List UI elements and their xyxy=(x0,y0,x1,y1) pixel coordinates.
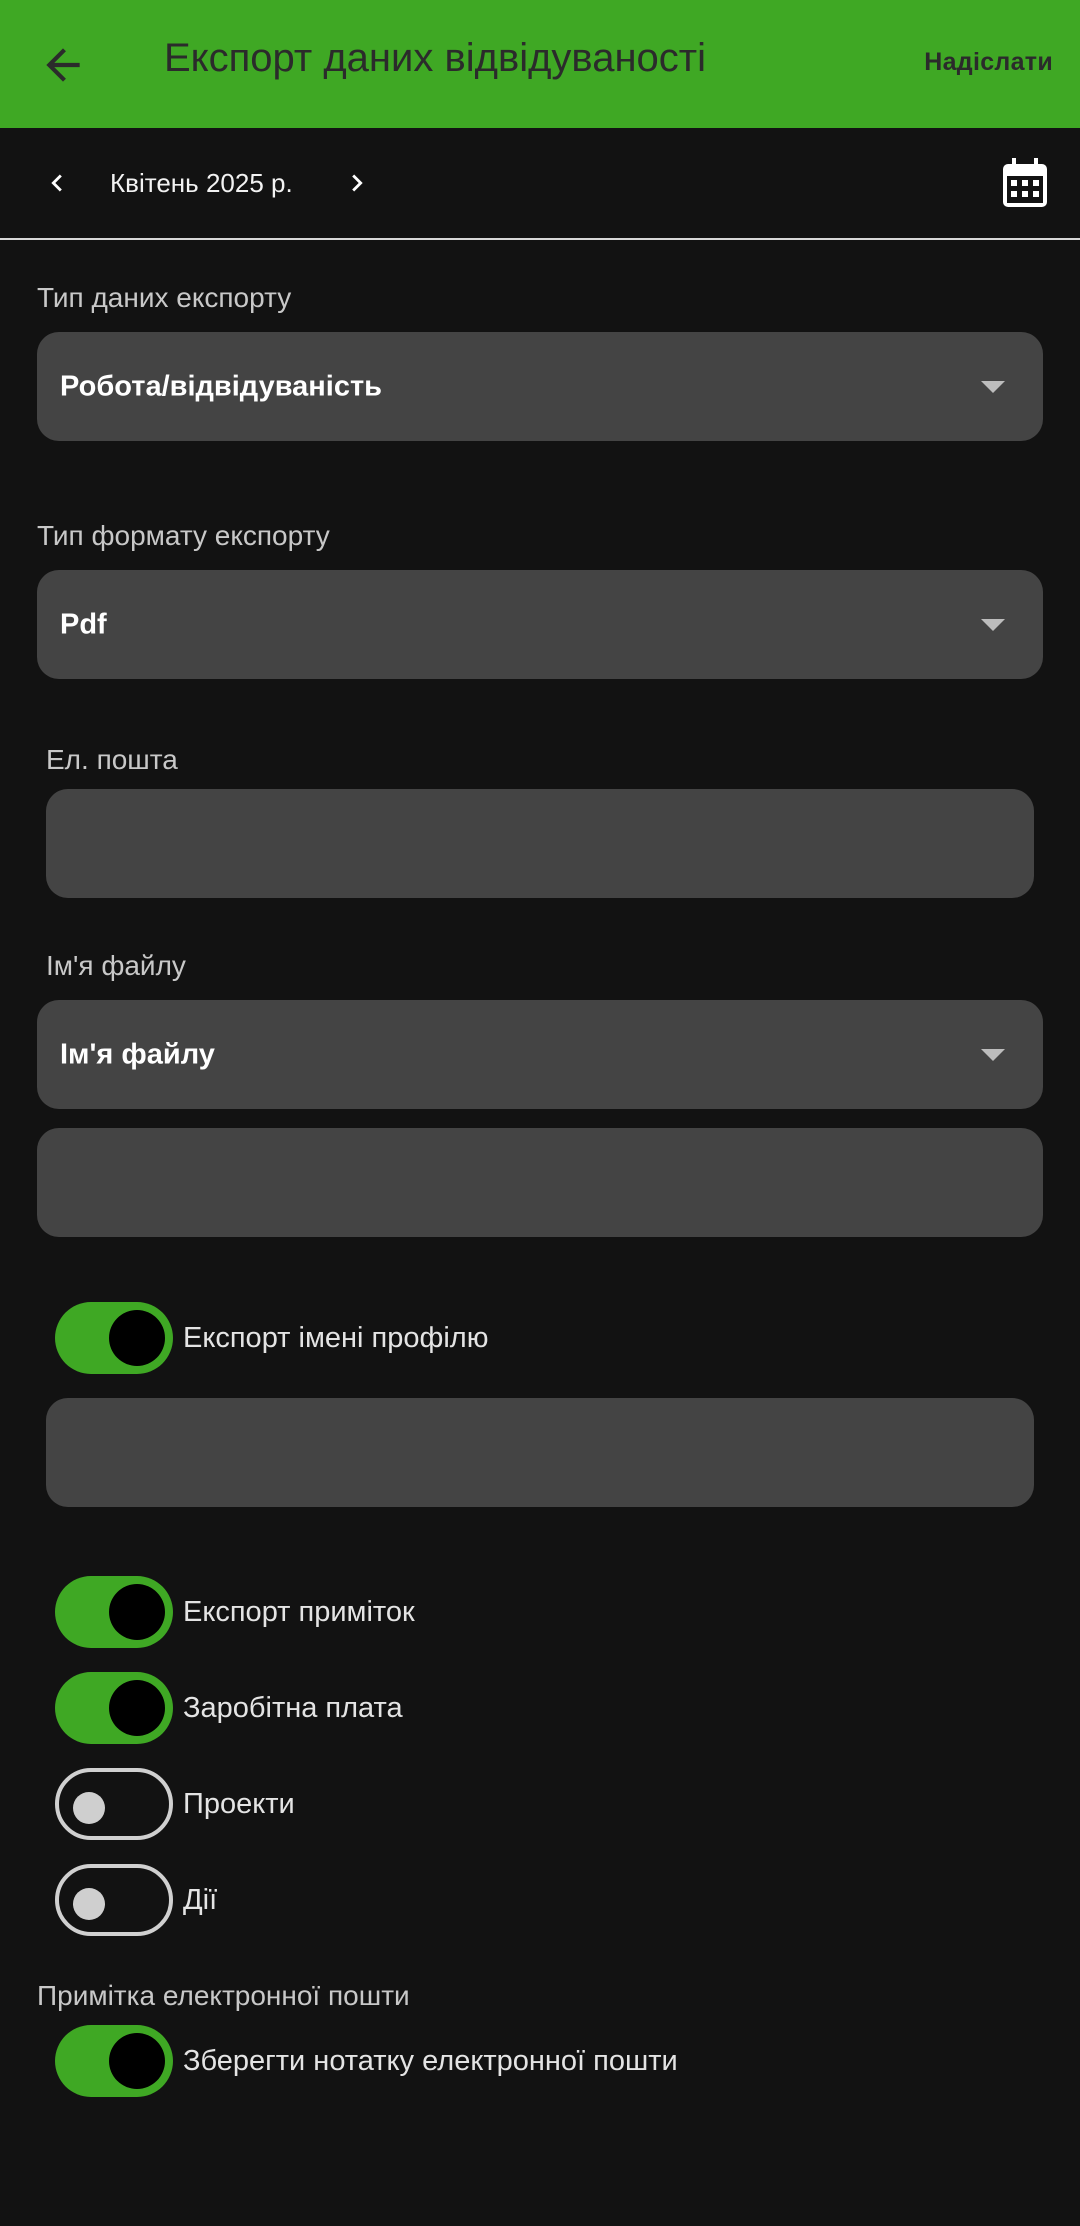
dropdown-caret-icon xyxy=(981,380,1005,393)
salary-toggle[interactable] xyxy=(55,1672,173,1744)
toggle-knob xyxy=(109,1584,165,1640)
email-field[interactable] xyxy=(46,789,1034,898)
save-email-note-toggle[interactable] xyxy=(55,2025,173,2097)
export-notes-label: Експорт приміток xyxy=(183,1596,415,1628)
chevron-left-icon[interactable] xyxy=(40,166,74,200)
current-month-label: Квітень 2025 р. xyxy=(110,168,293,198)
calendar-icon[interactable] xyxy=(1002,158,1048,208)
email-note-section-label: Примітка електронної пошти xyxy=(37,1980,410,2011)
projects-toggle[interactable] xyxy=(55,1768,173,1840)
export-format-type-label: Тип формату експорту xyxy=(37,520,330,551)
file-name-input[interactable] xyxy=(37,1128,1043,1237)
email-label: Ел. пошта xyxy=(46,744,178,775)
app-bar: Експорт даних відвідуваності Надіслати xyxy=(0,0,1080,128)
page-title: Експорт даних відвідуваності xyxy=(164,36,707,80)
export-data-type-value: Робота/відвідуваність xyxy=(60,370,383,402)
month-navigation: Квітень 2025 р. xyxy=(0,128,1080,240)
export-profile-name-label: Експорт імені профілю xyxy=(183,1322,489,1354)
actions-toggle[interactable] xyxy=(55,1864,173,1936)
file-name-dropdown[interactable]: Ім'я файлу xyxy=(37,1000,1043,1109)
export-format-type-dropdown[interactable]: Pdf xyxy=(37,570,1043,679)
toggle-knob xyxy=(73,1888,105,1920)
export-profile-name-toggle[interactable] xyxy=(55,1302,173,1374)
dropdown-caret-icon xyxy=(981,618,1005,631)
actions-label: Дії xyxy=(183,1884,218,1916)
toggle-knob xyxy=(109,2033,165,2089)
toggle-knob xyxy=(73,1792,105,1824)
file-name-label: Ім'я файлу xyxy=(46,950,186,981)
export-data-type-label: Тип даних експорту xyxy=(37,282,292,313)
export-format-type-value: Pdf xyxy=(60,608,107,640)
send-button[interactable]: Надіслати xyxy=(924,48,1053,77)
back-arrow-icon[interactable] xyxy=(38,40,88,90)
dropdown-caret-icon xyxy=(981,1048,1005,1061)
projects-label: Проекти xyxy=(183,1788,295,1820)
toggle-knob xyxy=(109,1310,165,1366)
export-data-type-dropdown[interactable]: Робота/відвідуваність xyxy=(37,332,1043,441)
save-email-note-label: Зберегти нотатку електронної пошти xyxy=(183,2045,678,2077)
salary-label: Заробітна плата xyxy=(183,1692,403,1724)
file-name-select-value: Ім'я файлу xyxy=(60,1038,215,1070)
export-notes-toggle[interactable] xyxy=(55,1576,173,1648)
profile-name-field[interactable] xyxy=(46,1398,1034,1507)
toggle-knob xyxy=(109,1680,165,1736)
chevron-right-icon[interactable] xyxy=(340,166,374,200)
